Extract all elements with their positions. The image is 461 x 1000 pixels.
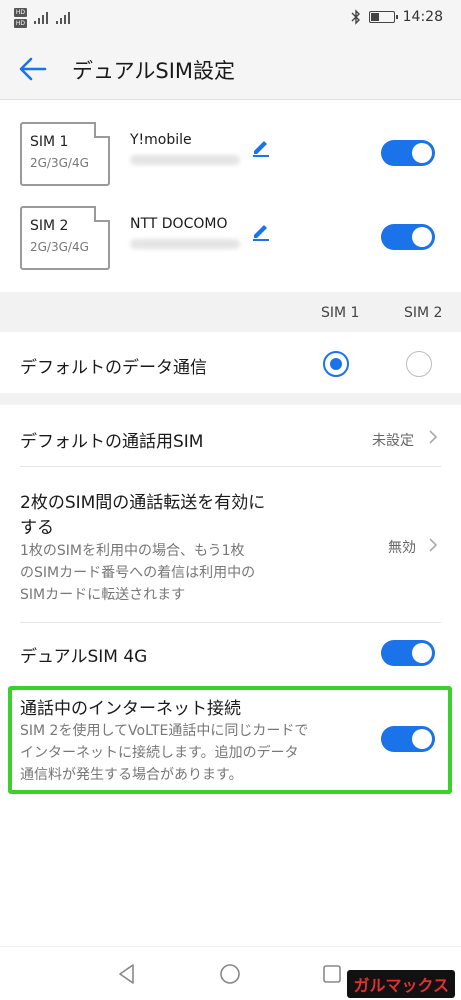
dual-4g-toggle[interactable] (381, 640, 435, 666)
recents-square-icon[interactable] (320, 962, 344, 986)
sim-1-toggle[interactable] (381, 140, 435, 166)
sim-bands: 2G/3G/4G (30, 240, 89, 254)
battery-icon (368, 11, 398, 23)
sim-bands: 2G/3G/4G (30, 156, 89, 170)
internet-call-desc-2: インターネットに接続します。追加のデータ (20, 745, 299, 761)
default-data-sim-1-radio[interactable] (323, 351, 349, 377)
bluetooth-icon (351, 9, 360, 25)
back-arrow-icon[interactable] (18, 56, 48, 82)
chevron-right-icon (429, 430, 438, 444)
hd-badge: HD (14, 8, 27, 17)
home-circle-icon[interactable] (218, 962, 242, 986)
edit-pencil-icon[interactable] (250, 136, 272, 158)
sim-card-icon: SIM 1 2G/3G/4G (20, 122, 110, 186)
internet-call-label: 通話中のインターネット接続 (20, 699, 241, 719)
phone-number-blurred (130, 239, 240, 249)
divider (20, 466, 441, 467)
section-gap (0, 393, 461, 405)
watermark-logo: ガルマックス (347, 970, 455, 998)
signal-icon (56, 12, 70, 24)
hd-badge: HD (14, 19, 27, 28)
status-left: HD HD (14, 8, 71, 28)
column-sim-1: SIM 1 (321, 305, 360, 321)
carrier-name: Y!mobile (130, 132, 192, 148)
sim-2-toggle[interactable] (381, 224, 435, 250)
internet-call-desc-3: 通信料が発生する場合があります。 (20, 767, 243, 783)
column-sim-2: SIM 2 (404, 305, 443, 321)
status-bar: HD HD 14:28 (0, 0, 461, 38)
phone-number-blurred (130, 155, 240, 165)
status-right: 14:28 (351, 9, 443, 25)
page-title: デュアルSIM設定 (72, 59, 236, 83)
battery-fill (370, 13, 380, 21)
carrier-name: NTT DOCOMO (130, 216, 228, 232)
divider (20, 622, 441, 623)
call-forward-desc-2: のSIMカード番号への着信は利用中の (20, 565, 256, 581)
dual-4g-label: デュアルSIM 4G (20, 647, 148, 667)
call-forward-label-2: する (20, 518, 54, 538)
sim-column-header: SIM 1 SIM 2 (0, 292, 461, 332)
hd-icon: HD HD (14, 8, 27, 28)
sim-slot-label: SIM 1 (30, 134, 69, 150)
default-call-label: デフォルトの通話用SIM (20, 432, 204, 452)
chevron-right-icon (429, 538, 438, 552)
call-forward-desc-1: 1枚のSIMを利用中の場合、もう1枚 (20, 543, 245, 559)
default-call-value: 未設定 (372, 433, 414, 449)
sim-row-1: SIM 1 2G/3G/4G Y!mobile (0, 122, 461, 208)
sim-slot-label: SIM 2 (30, 218, 69, 234)
edit-pencil-icon[interactable] (250, 220, 272, 242)
call-forward-value: 無効 (388, 540, 416, 556)
sim-card-icon: SIM 2 2G/3G/4G (20, 206, 110, 270)
back-triangle-icon[interactable] (115, 962, 139, 986)
call-forward-desc-3: SIMカードに転送されます (20, 587, 186, 603)
default-data-sim-2-radio[interactable] (406, 351, 432, 377)
clock: 14:28 (402, 9, 443, 25)
signal-icon (34, 12, 48, 24)
default-data-label: デフォルトのデータ通信 (20, 358, 207, 378)
call-forward-label-1: 2枚のSIM間の通話転送を有効に (20, 493, 266, 513)
internet-call-desc-1: SIM 2を使用してVoLTE通話中に同じカードで (20, 723, 309, 739)
app-header: デュアルSIM設定 (0, 38, 461, 100)
internet-call-toggle[interactable] (381, 726, 435, 752)
sim-row-2: SIM 2 2G/3G/4G NTT DOCOMO (0, 206, 461, 292)
